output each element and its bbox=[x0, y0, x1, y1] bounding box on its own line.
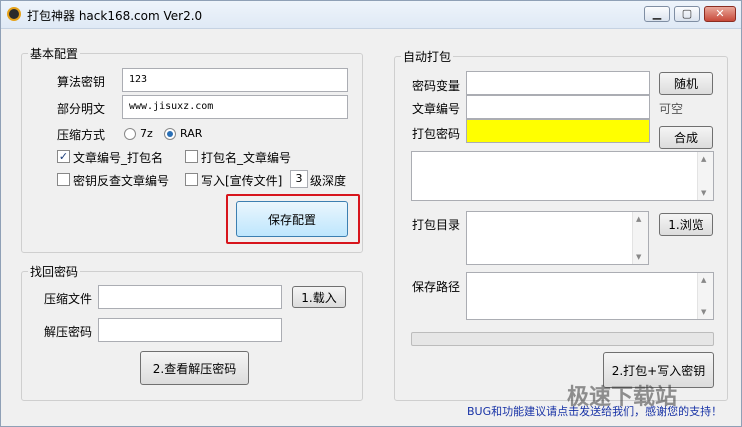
checkbox-article-pack[interactable]: ✓ bbox=[57, 150, 70, 163]
depth-spinner[interactable]: 3 bbox=[290, 170, 308, 188]
pack-dir-label: 打包目录 bbox=[412, 218, 461, 232]
checkbox-article-pack-label: 文章编号_打包名 bbox=[73, 151, 164, 165]
close-button[interactable]: ✕ bbox=[704, 6, 736, 22]
algorithm-key-input[interactable]: 123 bbox=[122, 68, 348, 92]
checkbox-pack-article[interactable] bbox=[185, 150, 198, 163]
radio-7z[interactable] bbox=[124, 128, 136, 140]
view-unzip-password-button[interactable]: 2.查看解压密码 bbox=[140, 351, 249, 385]
title-bar: 打包神器 hack168.com Ver2.0 ▁ ▢ ✕ bbox=[1, 1, 741, 29]
plaintext-label: 部分明文 bbox=[57, 102, 106, 116]
checkbox-reverse-lookup-label: 密钥反查文章编号 bbox=[73, 174, 170, 188]
pack-dir-textarea[interactable]: ▲ ▼ bbox=[466, 211, 649, 265]
save-path-scrollbar[interactable]: ▲ ▼ bbox=[697, 273, 713, 319]
unzip-password-label: 解压密码 bbox=[44, 325, 93, 339]
radio-7z-label: 7z bbox=[140, 127, 153, 140]
app-window: 打包神器 hack168.com Ver2.0 ▁ ▢ ✕ 基本配置 算法密钥 … bbox=[0, 0, 742, 427]
save-path-textarea[interactable]: ▲ ▼ bbox=[466, 272, 714, 320]
plaintext-input[interactable]: www.jisuxz.com bbox=[122, 95, 348, 119]
unzip-password-input[interactable] bbox=[98, 318, 282, 342]
minimize-button[interactable]: ▁ bbox=[644, 6, 670, 22]
checkbox-reverse-lookup[interactable] bbox=[57, 173, 70, 186]
optional-hint: 可空 bbox=[659, 102, 684, 116]
result-textarea[interactable]: ▲ ▼ bbox=[411, 151, 714, 201]
archive-file-label: 压缩文件 bbox=[44, 292, 93, 306]
pack-password-label: 打包密码 bbox=[412, 127, 461, 141]
password-var-input[interactable] bbox=[466, 71, 650, 95]
app-icon bbox=[7, 7, 21, 21]
checkbox-write-promo[interactable] bbox=[185, 173, 198, 186]
algorithm-key-label: 算法密钥 bbox=[57, 75, 106, 89]
save-config-button[interactable]: 保存配置 bbox=[236, 201, 348, 237]
basic-config-legend: 基本配置 bbox=[28, 45, 81, 62]
checkbox-pack-article-label: 打包名_文章编号 bbox=[201, 151, 292, 165]
pack-dir-scrollbar[interactable]: ▲ ▼ bbox=[632, 212, 648, 264]
window-title: 打包神器 hack168.com Ver2.0 bbox=[27, 9, 203, 23]
compose-button[interactable]: 合成 bbox=[659, 126, 713, 149]
maximize-button[interactable]: ▢ bbox=[674, 6, 700, 22]
password-var-label: 密码变量 bbox=[412, 79, 461, 93]
archive-file-input[interactable] bbox=[98, 285, 282, 309]
radio-rar-label: RAR bbox=[180, 127, 203, 140]
watermark: 极速下载站 bbox=[567, 385, 678, 410]
random-button[interactable]: 随机 bbox=[659, 72, 713, 95]
progress-bar bbox=[411, 332, 714, 346]
article-id-label: 文章编号 bbox=[412, 102, 461, 116]
result-scrollbar[interactable]: ▲ ▼ bbox=[697, 152, 713, 200]
pack-password-input[interactable] bbox=[466, 119, 650, 143]
article-id-input[interactable] bbox=[466, 95, 650, 119]
recover-password-legend: 找回密码 bbox=[28, 263, 81, 280]
auto-pack-legend: 自动打包 bbox=[401, 48, 454, 65]
depth-label: 级深度 bbox=[310, 174, 347, 188]
load-button[interactable]: 1.载入 bbox=[292, 286, 346, 308]
browse-button[interactable]: 1.浏览 bbox=[659, 213, 713, 236]
radio-rar[interactable] bbox=[164, 128, 176, 140]
save-path-label: 保存路径 bbox=[412, 280, 461, 294]
checkbox-write-promo-label: 写入[宣传文件] bbox=[201, 174, 283, 188]
compression-label: 压缩方式 bbox=[57, 128, 106, 142]
